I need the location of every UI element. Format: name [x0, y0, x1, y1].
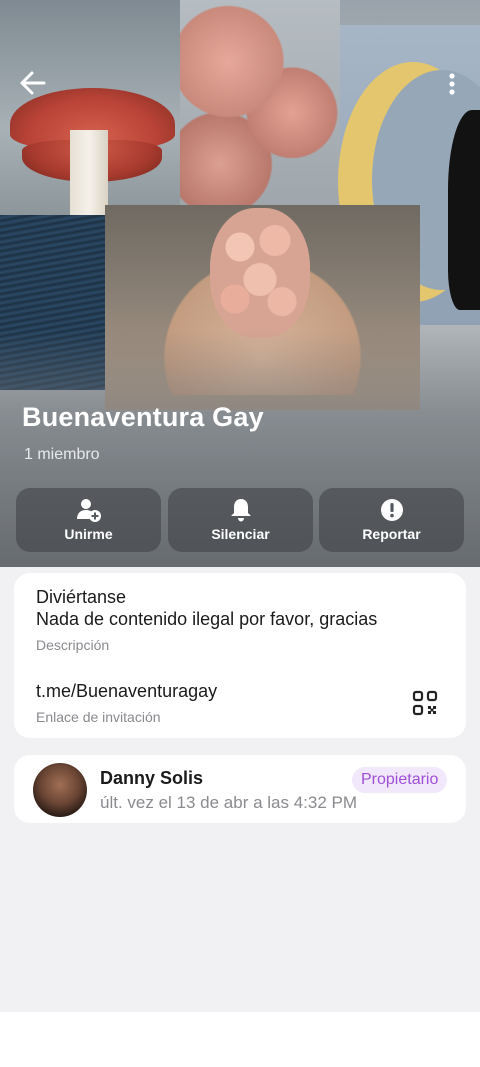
group-title: Buenaventura Gay — [22, 402, 264, 432]
description-caption: Descripción — [36, 637, 110, 653]
owner-badge: Propietario — [352, 767, 448, 793]
avatar — [33, 763, 87, 817]
arrow-left-icon — [20, 71, 46, 95]
more-options-button[interactable] — [440, 70, 464, 98]
invite-link[interactable]: t.me/Buenaventuragay — [36, 681, 217, 702]
report-button[interactable]: Reportar — [319, 488, 464, 552]
member-name: Danny Solis — [100, 768, 204, 788]
collage-cat — [448, 110, 480, 310]
qr-code-icon — [412, 690, 438, 716]
qr-code-button[interactable] — [412, 690, 438, 716]
more-vertical-icon — [449, 73, 455, 95]
bell-icon — [230, 499, 251, 522]
alert-icon — [380, 499, 403, 521]
collage-flower-head — [210, 208, 310, 338]
add-user-icon — [76, 499, 101, 522]
back-button[interactable] — [18, 70, 48, 96]
member-row[interactable]: Danny Solis últ. vez el 13 de abr a las … — [14, 755, 466, 823]
bottom-bar — [0, 1012, 480, 1067]
report-label: Reportar — [362, 526, 421, 542]
member-last-seen: últ. vez el 13 de abr a las 4:32 PM — [100, 793, 358, 812]
member-count: 1 miembro — [24, 446, 100, 463]
mute-button[interactable]: Silenciar — [168, 488, 313, 552]
join-button[interactable]: Unirme — [16, 488, 161, 552]
description-line-2: Nada de contenido ilegal por favor, grac… — [36, 609, 378, 629]
group-header: Buenaventura Gay 1 miembro Unirme Silenc… — [0, 0, 480, 567]
mute-label: Silenciar — [211, 526, 270, 542]
collage-roses-panel — [180, 0, 340, 205]
invite-link-caption: Enlace de invitación — [36, 709, 161, 725]
description-line-1: Diviértanse — [36, 587, 127, 607]
join-label: Unirme — [64, 526, 113, 542]
group-info-card: Diviértanse Nada de contenido ilegal por… — [14, 573, 466, 738]
